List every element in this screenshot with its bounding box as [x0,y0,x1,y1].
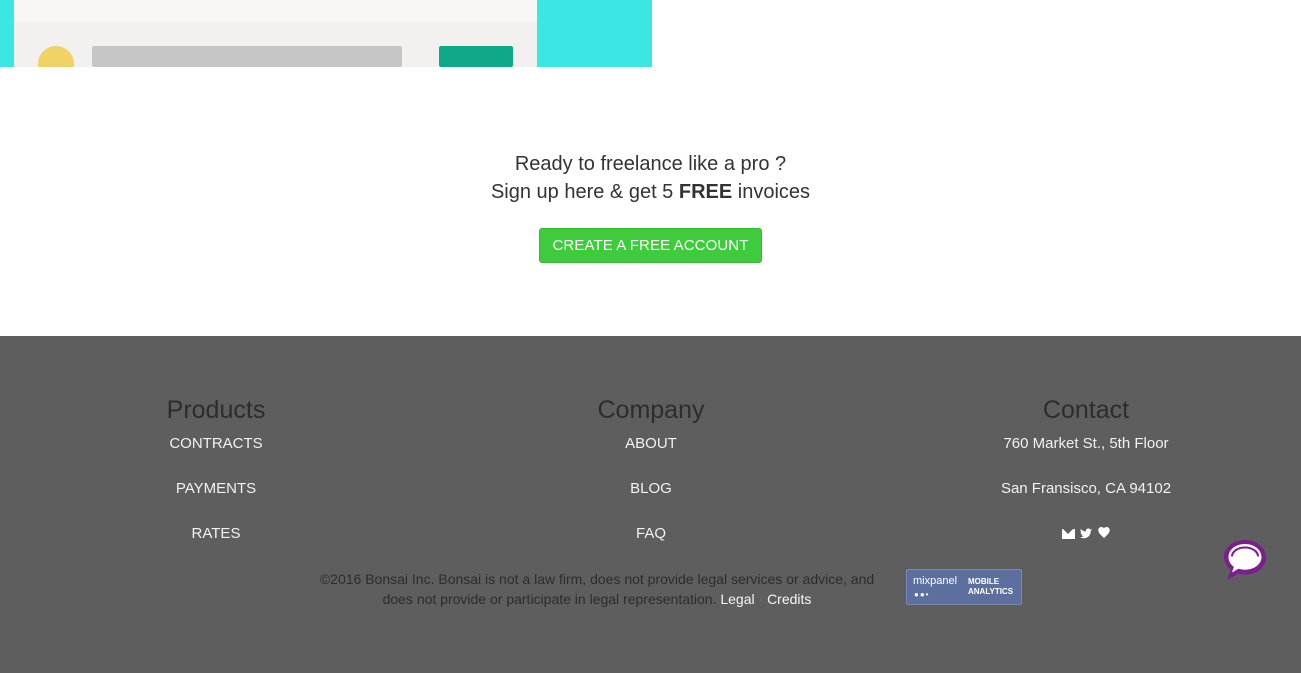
mixpanel-dots-icon: ●●• [914,590,930,599]
footer-link-contracts[interactable]: CONTRACTS [16,435,416,453]
preview-button [439,46,513,67]
cta-sub-prefix: Sign up here & get 5 [490,181,674,203]
heart-icon[interactable] [1097,527,1111,541]
footer-link-blog[interactable]: BLOG [451,480,851,498]
cta-headline: Ready to freelance like a pro ? [514,153,787,175]
chat-widget-icon[interactable] [1222,538,1268,582]
cta-sub-suffix: invoices [737,181,811,203]
signup-cta-section: Ready to freelance like a pro ? Sign up … [0,150,1301,263]
legal-link[interactable]: Legal [720,591,754,607]
mixpanel-tag-line1: MOBILE [968,577,1000,586]
site-footer: Products CONTRACTS PAYMENTS RATES Compan… [0,336,1301,673]
credits-link[interactable]: Credits [767,591,811,607]
preview-text-bar [92,46,402,67]
preview-card-header [14,0,537,21]
twitter-icon[interactable] [1079,528,1092,541]
cta-subheadline: Sign up here & get 5 FREE invoices [0,178,1301,206]
footer-link-payments[interactable]: PAYMENTS [16,480,416,498]
footer-address-line1: 760 Market St., 5th Floor [1003,435,1169,452]
footer-contact-column: Contact 760 Market St., 5th Floor San Fr… [886,396,1286,543]
footer-products-heading: Products [166,396,266,424]
footer-company-column: Company ABOUT BLOG FAQ [451,396,851,543]
cta-sub-bold: FREE [678,181,733,203]
legal-separator: · [758,591,764,607]
mixpanel-tag-line2: ANALYTICS [968,587,1014,596]
envelope-icon[interactable] [1061,529,1075,539]
footer-products-column: Products CONTRACTS PAYMENTS RATES [16,396,416,543]
product-preview-illustration [0,0,652,67]
mixpanel-badge[interactable]: mixpanel MOBILE ANALYTICS ●●• [906,569,1022,605]
footer-company-heading: Company [597,396,705,424]
create-free-account-button[interactable]: CREATE A FREE ACCOUNT [539,228,762,263]
mixpanel-brand: mixpanel [913,575,958,587]
footer-contact-heading: Contact [1042,396,1130,424]
footer-address-line2: San Fransisco, CA 94102 [1000,480,1172,497]
footer-link-faq[interactable]: FAQ [451,525,851,543]
footer-link-rates[interactable]: RATES [16,525,416,543]
footer-legal-notice: ©2016 Bonsai Inc. Bonsai is not a law fi… [306,569,888,609]
footer-link-about[interactable]: ABOUT [451,435,851,453]
mixpanel-tagline: MOBILE ANALYTICS [968,577,1013,597]
